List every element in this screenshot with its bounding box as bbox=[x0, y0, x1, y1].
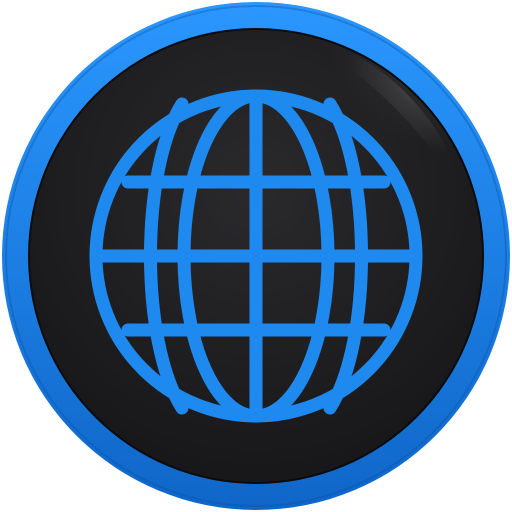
app-icon[interactable] bbox=[0, 0, 512, 512]
globe-icon bbox=[89, 89, 423, 423]
globe-app-icon-graphic bbox=[2, 2, 510, 510]
